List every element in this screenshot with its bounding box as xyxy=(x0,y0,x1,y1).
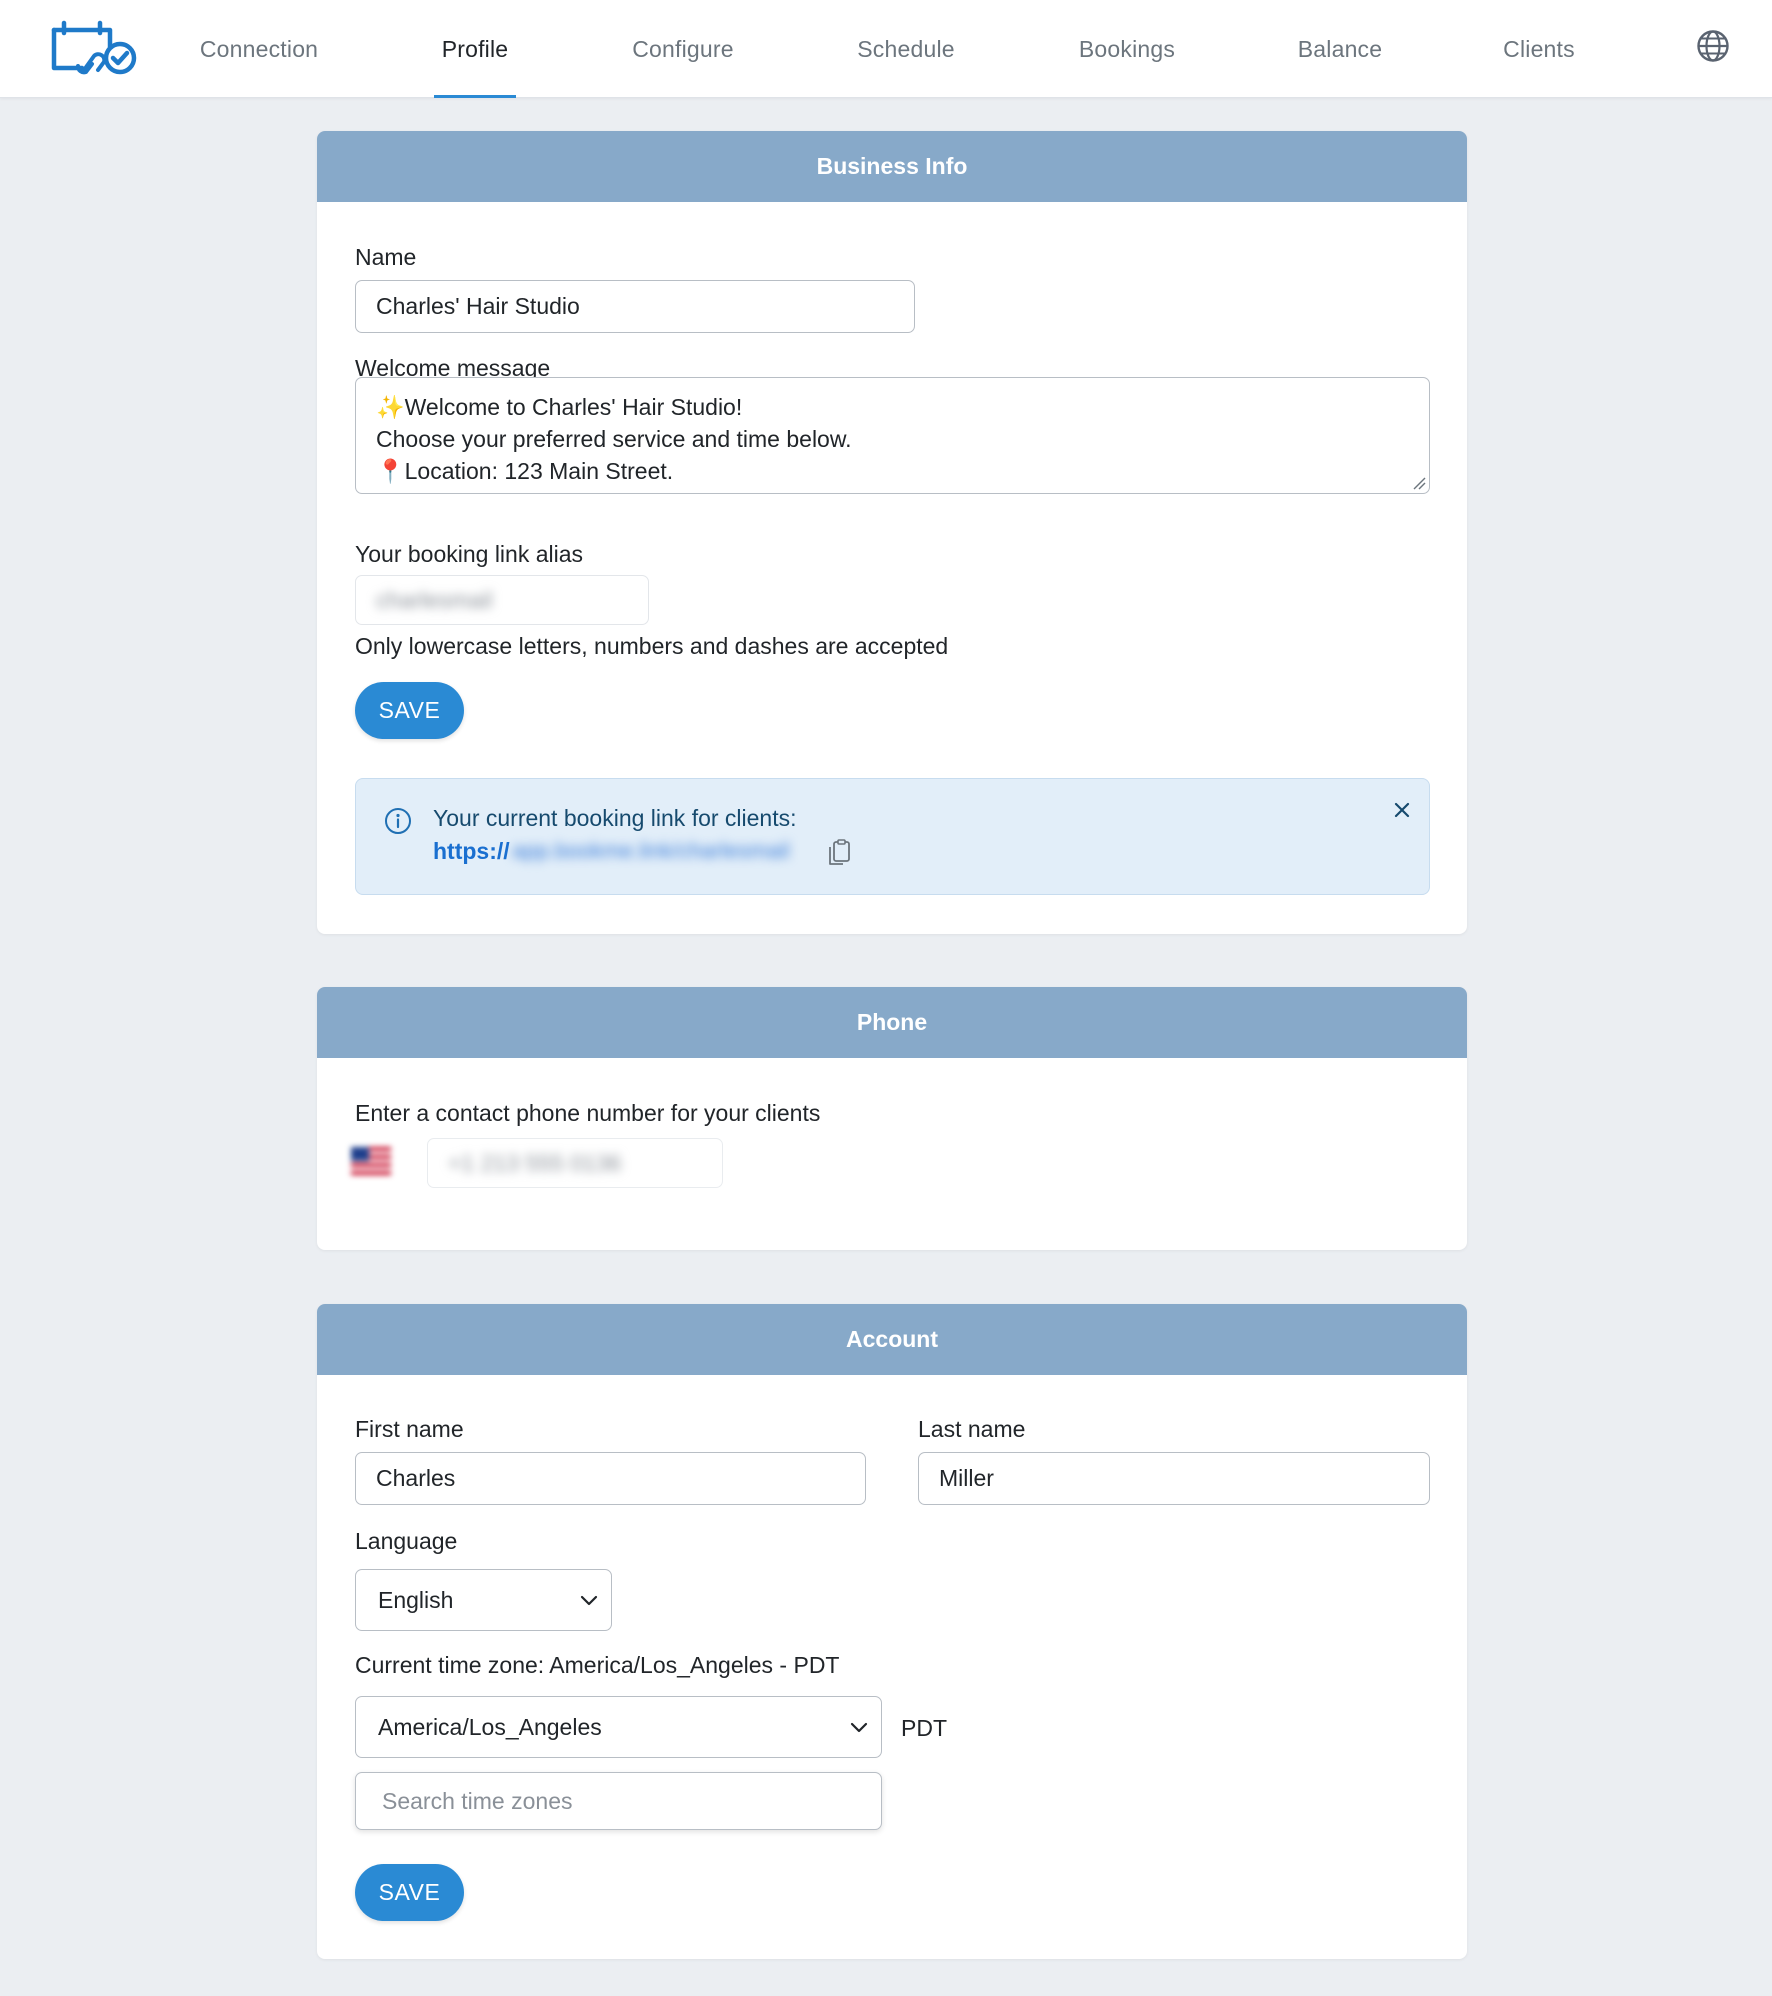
first-name-input[interactable]: Charles xyxy=(355,1452,866,1505)
business-name-value: Charles' Hair Studio xyxy=(376,293,580,319)
phone-number-input[interactable]: +1 213 555 0136 xyxy=(427,1138,723,1188)
alias-hint-text: Only lowercase letters, numbers and dash… xyxy=(355,633,949,659)
timezone-search-placeholder: Search time zones xyxy=(382,1787,573,1814)
account-save-label: SAVE xyxy=(378,1879,441,1905)
business-name-input[interactable]: Charles' Hair Studio xyxy=(355,280,915,333)
language-select[interactable]: English xyxy=(355,1569,612,1631)
tab-connection-label: Connection xyxy=(199,35,319,62)
resize-handle-icon[interactable] xyxy=(1412,476,1426,490)
welcome-line-3: 📍Location: 123 Main Street. xyxy=(376,458,674,484)
chevron-down-icon xyxy=(580,1595,598,1606)
tab-clients-label: Clients xyxy=(1503,35,1575,62)
phone-title: Phone xyxy=(856,1009,928,1035)
tab-schedule-label: Schedule xyxy=(857,35,955,62)
account-card: Account First name Charles Last name Mil… xyxy=(317,1304,1467,1959)
booking-alias-label: Your booking link alias xyxy=(355,541,584,567)
us-flag-icon[interactable] xyxy=(351,1147,391,1175)
chevron-down-icon xyxy=(850,1722,868,1733)
tab-schedule[interactable]: Schedule xyxy=(848,0,964,98)
tab-configure[interactable]: Configure xyxy=(622,0,744,98)
close-icon[interactable] xyxy=(1392,800,1412,820)
tab-connection[interactable]: Connection xyxy=(188,0,330,98)
phone-card: Phone Enter a contact phone number for y… xyxy=(317,987,1467,1250)
booking-alias-input[interactable]: charlesmail xyxy=(355,575,649,625)
booking-link-alert: Your current booking link for clients: h… xyxy=(355,778,1430,895)
phone-number-value: +1 213 555 0136 xyxy=(448,1149,622,1176)
calendar-link-check-icon[interactable] xyxy=(48,20,138,76)
timezone-select[interactable]: America/Los_Angeles xyxy=(355,1696,882,1758)
copy-icon[interactable] xyxy=(826,839,852,867)
tab-balance-label: Balance xyxy=(1297,35,1383,62)
business-info-save-label: SAVE xyxy=(378,697,441,723)
phone-header: Phone xyxy=(317,987,1467,1058)
language-label: Language xyxy=(355,1528,458,1554)
account-title: Account xyxy=(846,1326,938,1352)
booking-link-url[interactable]: app.bookme.link/charlesmail xyxy=(512,838,790,864)
timezone-search-input[interactable]: Search time zones xyxy=(355,1772,882,1830)
booking-link-message: Your current booking link for clients: xyxy=(433,805,797,831)
tab-profile-label: Profile xyxy=(441,35,509,62)
welcome-line-2: Choose your preferred service and time b… xyxy=(376,426,852,452)
first-name-label: First name xyxy=(355,1416,464,1442)
timezone-value: America/Los_Angeles xyxy=(378,1713,602,1740)
tab-configure-label: Configure xyxy=(632,35,734,62)
booking-alias-value: charlesmail xyxy=(376,586,493,613)
tab-bookings-label: Bookings xyxy=(1078,35,1176,62)
timezone-label: Current time zone: America/Los_Angeles -… xyxy=(355,1652,840,1678)
business-info-card: Business Info Name Charles' Hair Studio … xyxy=(317,131,1467,934)
business-info-save-button[interactable]: SAVE xyxy=(355,682,464,739)
tab-clients[interactable]: Clients xyxy=(1494,0,1584,98)
last-name-input[interactable]: Miller xyxy=(918,1452,1430,1505)
welcome-message-textarea[interactable]: ✨Welcome to Charles' Hair Studio! Choose… xyxy=(355,377,1430,494)
business-info-header: Business Info xyxy=(317,131,1467,202)
timezone-abbreviation: PDT xyxy=(901,1715,947,1741)
last-name-label: Last name xyxy=(918,1416,1026,1442)
last-name-value: Miller xyxy=(939,1465,994,1491)
active-tab-indicator xyxy=(434,95,516,98)
welcome-line-1: ✨Welcome to Charles' Hair Studio! xyxy=(376,394,743,420)
phone-prompt: Enter a contact phone number for your cl… xyxy=(355,1100,821,1126)
name-label: Name xyxy=(355,244,417,270)
language-value: English xyxy=(378,1586,454,1613)
tab-profile[interactable]: Profile xyxy=(434,0,516,98)
account-header: Account xyxy=(317,1304,1467,1375)
top-navigation-bar: Connection Profile Configure Schedule Bo… xyxy=(0,0,1772,98)
tab-bookings[interactable]: Bookings xyxy=(1068,0,1186,98)
first-name-value: Charles xyxy=(376,1465,456,1491)
business-info-title: Business Info xyxy=(816,153,968,179)
account-save-button[interactable]: SAVE xyxy=(355,1864,464,1921)
globe-icon[interactable] xyxy=(1696,29,1730,63)
tab-balance[interactable]: Balance xyxy=(1290,0,1390,98)
info-icon xyxy=(385,808,411,834)
booking-link-prefix[interactable]: https:// xyxy=(433,838,510,865)
